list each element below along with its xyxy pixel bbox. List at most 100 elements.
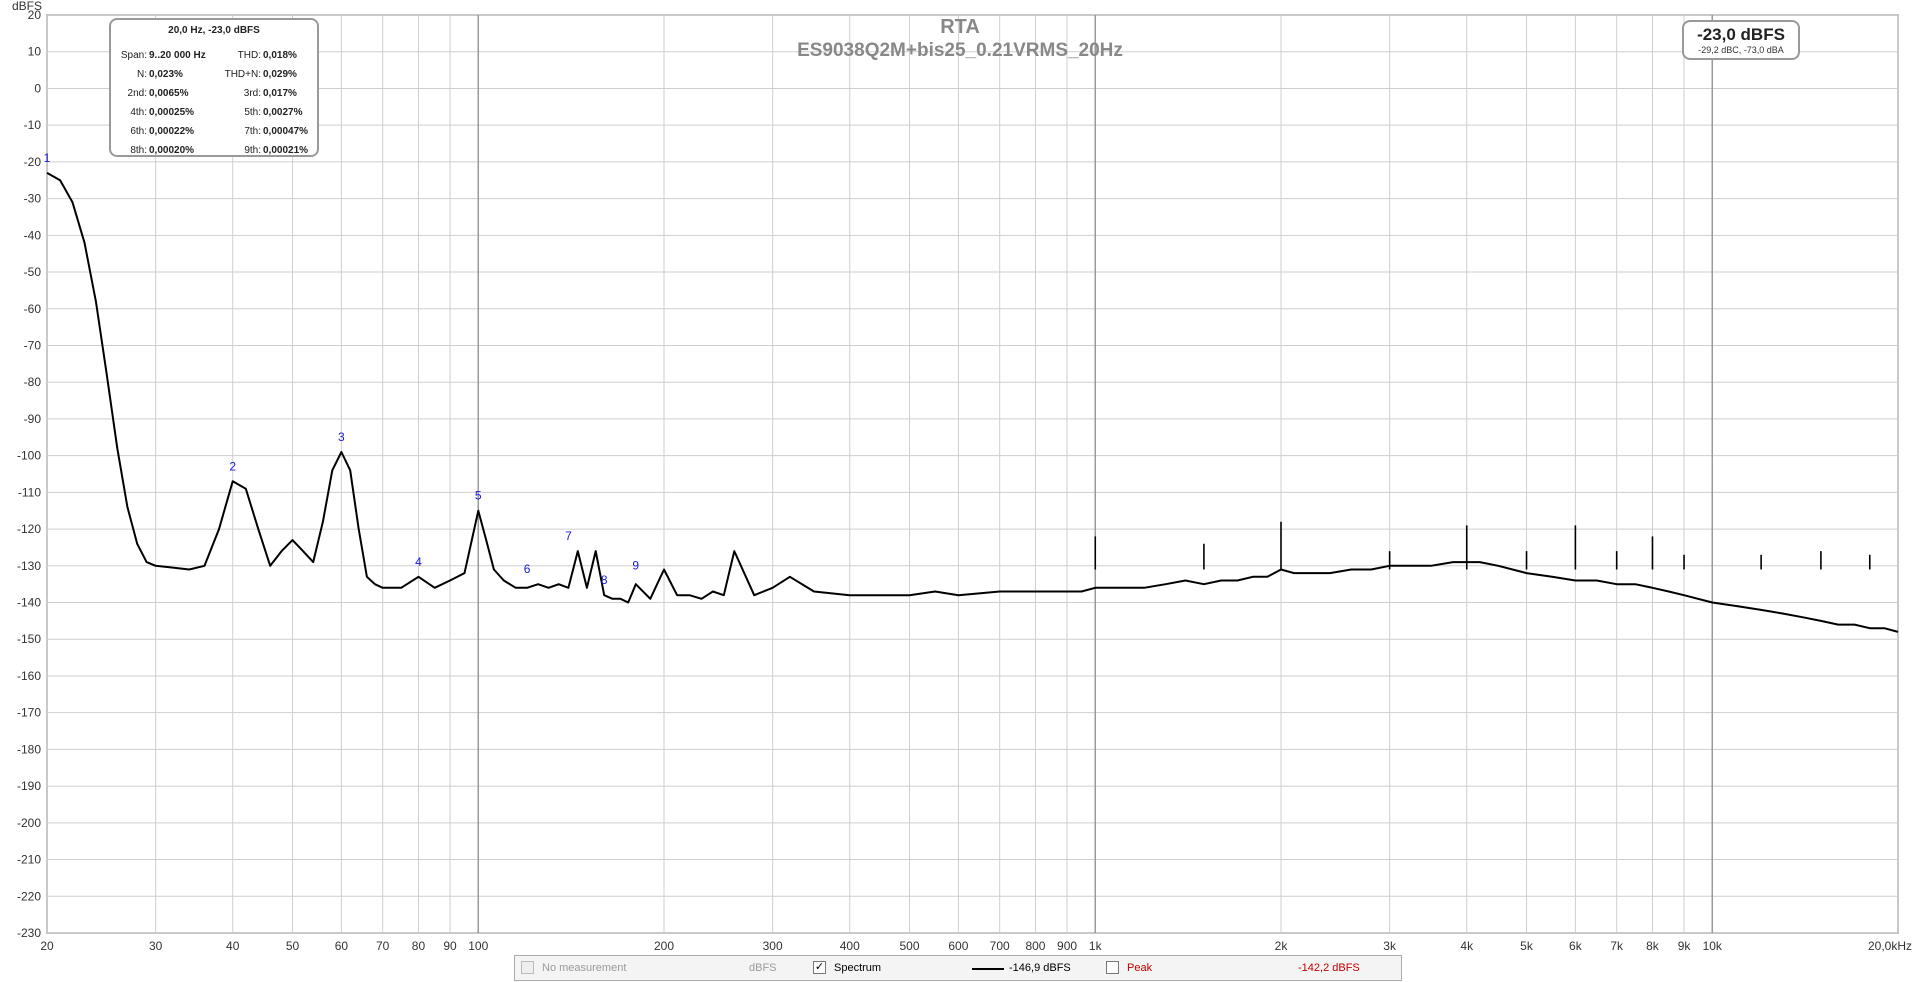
harmonic-marker: 2 (229, 459, 236, 473)
y-tick-label: 10 (28, 45, 42, 59)
y-tick-label: -210 (17, 853, 41, 867)
x-tick-label: 400 (840, 939, 860, 953)
x-tick-label: 100 (468, 939, 488, 953)
x-tick-label: 50 (286, 939, 300, 953)
info-value: 0,00021% (263, 145, 309, 156)
x-tick-label: 300 (763, 939, 783, 953)
x-tick-label: 20,0kHz (1868, 939, 1912, 953)
y-tick-label: -140 (17, 596, 41, 610)
y-tick-label: -80 (24, 375, 42, 389)
info-row: 8th: 0,00020% 9th: 0,00021% (111, 145, 317, 159)
info-key: THD: (237, 50, 261, 61)
y-tick-label: -130 (17, 559, 41, 573)
peak-checkbox[interactable] (1106, 961, 1119, 974)
spectrum-checkbox[interactable]: ✓ (813, 961, 826, 974)
distortion-info-box[interactable]: 20,0 Hz, -23,0 dBFS Span: 9..20 000 Hz THD… (109, 18, 319, 157)
x-tick-label: 2k (1275, 939, 1289, 953)
x-tick-label: 80 (412, 939, 426, 953)
info-row: Span: 9..20 000 Hz THD: 0,018% (111, 50, 317, 64)
x-tick-label: 10k (1703, 939, 1723, 953)
harmonic-marker: 9 (632, 558, 639, 572)
grid (46, 14, 1899, 934)
harmonic-marker: 4 (415, 555, 422, 569)
spectrum-label: Spectrum (834, 962, 882, 974)
x-tick-label: 8k (1646, 939, 1660, 953)
x-tick-label: 600 (948, 939, 968, 953)
y-tick-label: -20 (24, 155, 42, 169)
level-readout-box[interactable]: -23,0 dBFS -29,2 dBC, -73,0 dBA (1682, 20, 1800, 60)
harmonic-marker: 5 (475, 489, 482, 503)
x-tick-label: 5k (1520, 939, 1534, 953)
spectrum-line-swatch (972, 968, 1004, 970)
info-value: 0,029% (263, 69, 297, 80)
y-tick-label: -170 (17, 706, 41, 720)
no-measurement-label: No measurement (542, 962, 627, 974)
x-tick-label: 60 (335, 939, 349, 953)
info-key: N: (137, 69, 147, 80)
level-weighted: -29,2 dBC, -73,0 dBA (1698, 45, 1784, 55)
chart-title: RTA (940, 16, 980, 38)
no-measurement-value: dBFS (749, 962, 777, 974)
x-tick-label: 900 (1057, 939, 1077, 953)
info-row: 4th: 0,00025% 5th: 0,0027% (111, 107, 317, 121)
info-value: 0,018% (263, 50, 297, 61)
info-key: 2nd: (127, 88, 147, 99)
x-tick-label: 1k (1089, 939, 1103, 953)
x-tick-label: 4k (1460, 939, 1474, 953)
y-tick-label: -120 (17, 522, 41, 536)
y-tick-label: -150 (17, 632, 41, 646)
level-main: -23,0 dBFS (1697, 25, 1785, 44)
x-tick-label: 200 (654, 939, 674, 953)
y-tick-label: -50 (24, 265, 42, 279)
info-value: 0,0065% (149, 88, 189, 99)
x-axis-ticks: 20 30 40 50 60 70 80 90 100 200 300 400 500 600 700 800… (40, 939, 1912, 953)
x-tick-label: 500 (900, 939, 920, 953)
x-tick-label: 3k (1383, 939, 1397, 953)
y-tick-label: -200 (17, 816, 41, 830)
spectrum-value: -146,9 dBFS (1009, 962, 1071, 974)
info-row: N: 0,023% THD+N: 0,029% (111, 69, 317, 83)
info-value: 9..20 000 Hz (149, 50, 206, 61)
y-tick-label: -220 (17, 889, 41, 903)
info-key: THD+N: (224, 69, 261, 80)
y-tick-label: -90 (24, 412, 42, 426)
info-value: 0,0027% (263, 107, 303, 118)
y-tick-label: -110 (18, 485, 41, 499)
info-key: 8th: (130, 145, 147, 156)
y-tick-label: -10 (24, 118, 42, 132)
y-tick-label: 20 (28, 8, 42, 22)
x-tick-label: 30 (149, 939, 163, 953)
info-key: 6th: (130, 126, 147, 137)
x-tick-label: 6k (1569, 939, 1583, 953)
y-tick-label: -230 (17, 926, 41, 940)
info-value: 0,00022% (149, 126, 195, 137)
info-value: 0,023% (149, 69, 183, 80)
y-tick-label: -70 (24, 338, 42, 352)
cursor-readout: 20,0 Hz, -23,0 dBFS (168, 25, 260, 36)
x-tick-label: 20 (40, 939, 54, 953)
chart-subtitle: ES9038Q2M+bis25_0.21VRMS_20Hz (797, 40, 1123, 61)
x-tick-label: 700 (990, 939, 1010, 953)
x-tick-label: 70 (376, 939, 390, 953)
peak-value: -142,2 dBFS (1298, 962, 1360, 974)
info-key: 4th: (130, 107, 147, 118)
info-value: 0,017% (263, 88, 297, 99)
y-tick-label: -30 (24, 192, 42, 206)
info-key: 9th: (244, 145, 261, 156)
x-tick-label: 800 (1025, 939, 1045, 953)
y-tick-label: -190 (17, 779, 41, 793)
no-measurement-checkbox[interactable] (521, 961, 534, 974)
x-tick-label: 7k (1610, 939, 1624, 953)
info-key: Span: (120, 50, 147, 61)
harmonic-marker: 1 (44, 151, 51, 165)
harmonic-marker: 8 (601, 573, 608, 587)
x-tick-label: 9k (1678, 939, 1692, 953)
legend-bar: No measurement dBFS ✓ Spectrum -146,9 dB… (514, 955, 1402, 981)
info-key: 5th: (244, 107, 261, 118)
y-tick-label: -100 (17, 449, 41, 463)
y-tick-label: 0 (34, 81, 41, 95)
harmonic-marker: 3 (338, 430, 345, 444)
harmonic-marker: 7 (565, 529, 572, 543)
y-tick-label: -160 (17, 669, 41, 683)
info-row: 2nd: 0,0065% 3rd: 0,017% (111, 88, 317, 102)
